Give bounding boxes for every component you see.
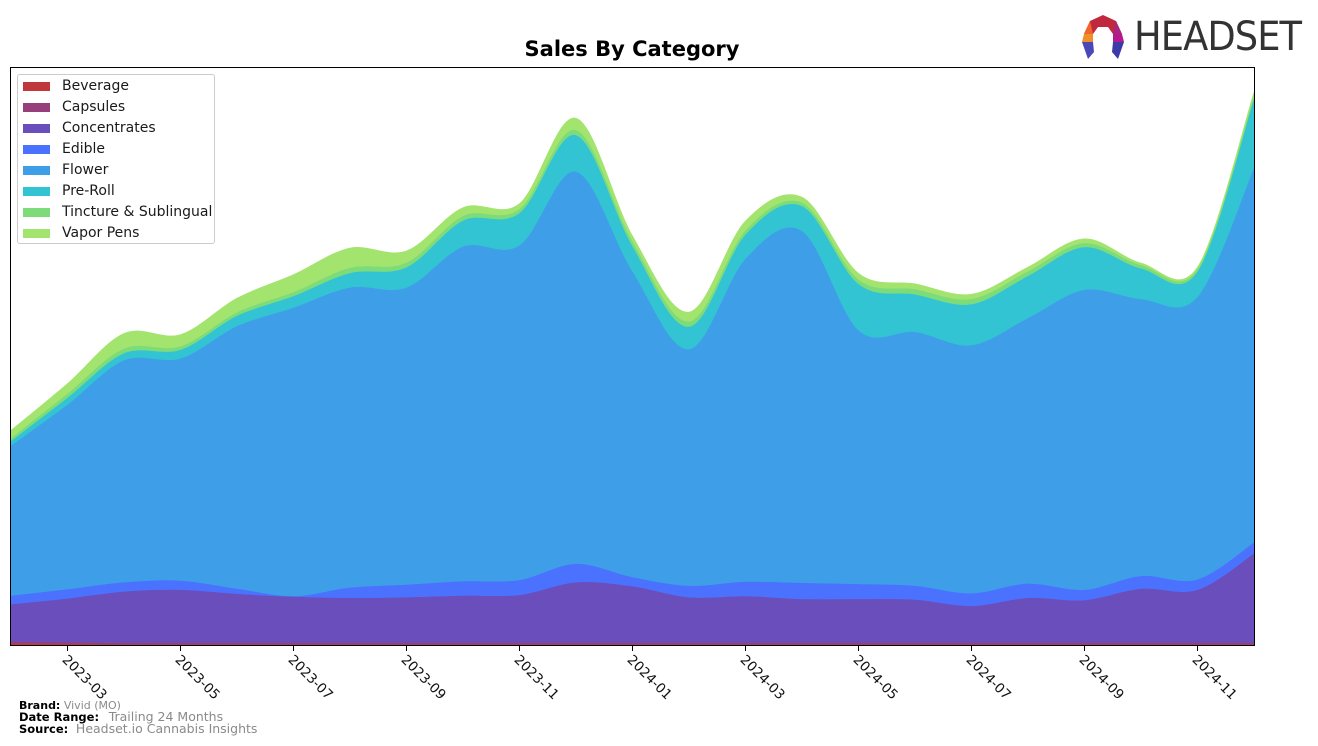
legend-swatch xyxy=(23,102,50,112)
legend-swatch xyxy=(23,207,50,217)
legend-label: Edible xyxy=(62,141,106,157)
legend-item: Beverage xyxy=(23,77,129,95)
x-axis-ticks xyxy=(67,646,1198,651)
legend-item: Edible xyxy=(23,140,105,158)
legend-label: Vapor Pens xyxy=(62,225,140,241)
source-value: Headset.io Cannabis Insights xyxy=(75,721,258,736)
legend-label: Flower xyxy=(62,162,109,178)
chart-legend: Beverage Capsules Concentrates Edible Flower… xyxy=(17,74,215,244)
logo-text: HEADSET xyxy=(1134,14,1302,60)
legend-item: Tincture & Sublingual xyxy=(23,203,212,221)
legend-item: Vapor Pens xyxy=(23,224,139,242)
headset-logo: HEADSET xyxy=(1080,14,1316,60)
legend-label: Concentrates xyxy=(62,120,156,136)
legend-item: Capsules xyxy=(23,98,125,116)
legend-label: Tincture & Sublingual xyxy=(62,204,213,220)
legend-item: Flower xyxy=(23,161,108,179)
legend-swatch xyxy=(23,123,50,133)
legend-item: Concentrates xyxy=(23,119,156,137)
source-label: Source: xyxy=(19,722,69,736)
legend-item: Pre-Roll xyxy=(23,182,115,200)
legend-swatch xyxy=(23,228,50,238)
headset-logo-icon xyxy=(1082,15,1124,59)
legend-swatch xyxy=(23,81,50,91)
legend-label: Beverage xyxy=(62,78,129,94)
footer-source: Source: Headset.io Cannabis Insights xyxy=(19,721,258,736)
legend-swatch xyxy=(23,165,50,175)
legend-swatch xyxy=(23,144,50,154)
legend-label: Capsules xyxy=(62,99,126,115)
legend-label: Pre-Roll xyxy=(62,183,115,199)
legend-swatch xyxy=(23,186,50,196)
